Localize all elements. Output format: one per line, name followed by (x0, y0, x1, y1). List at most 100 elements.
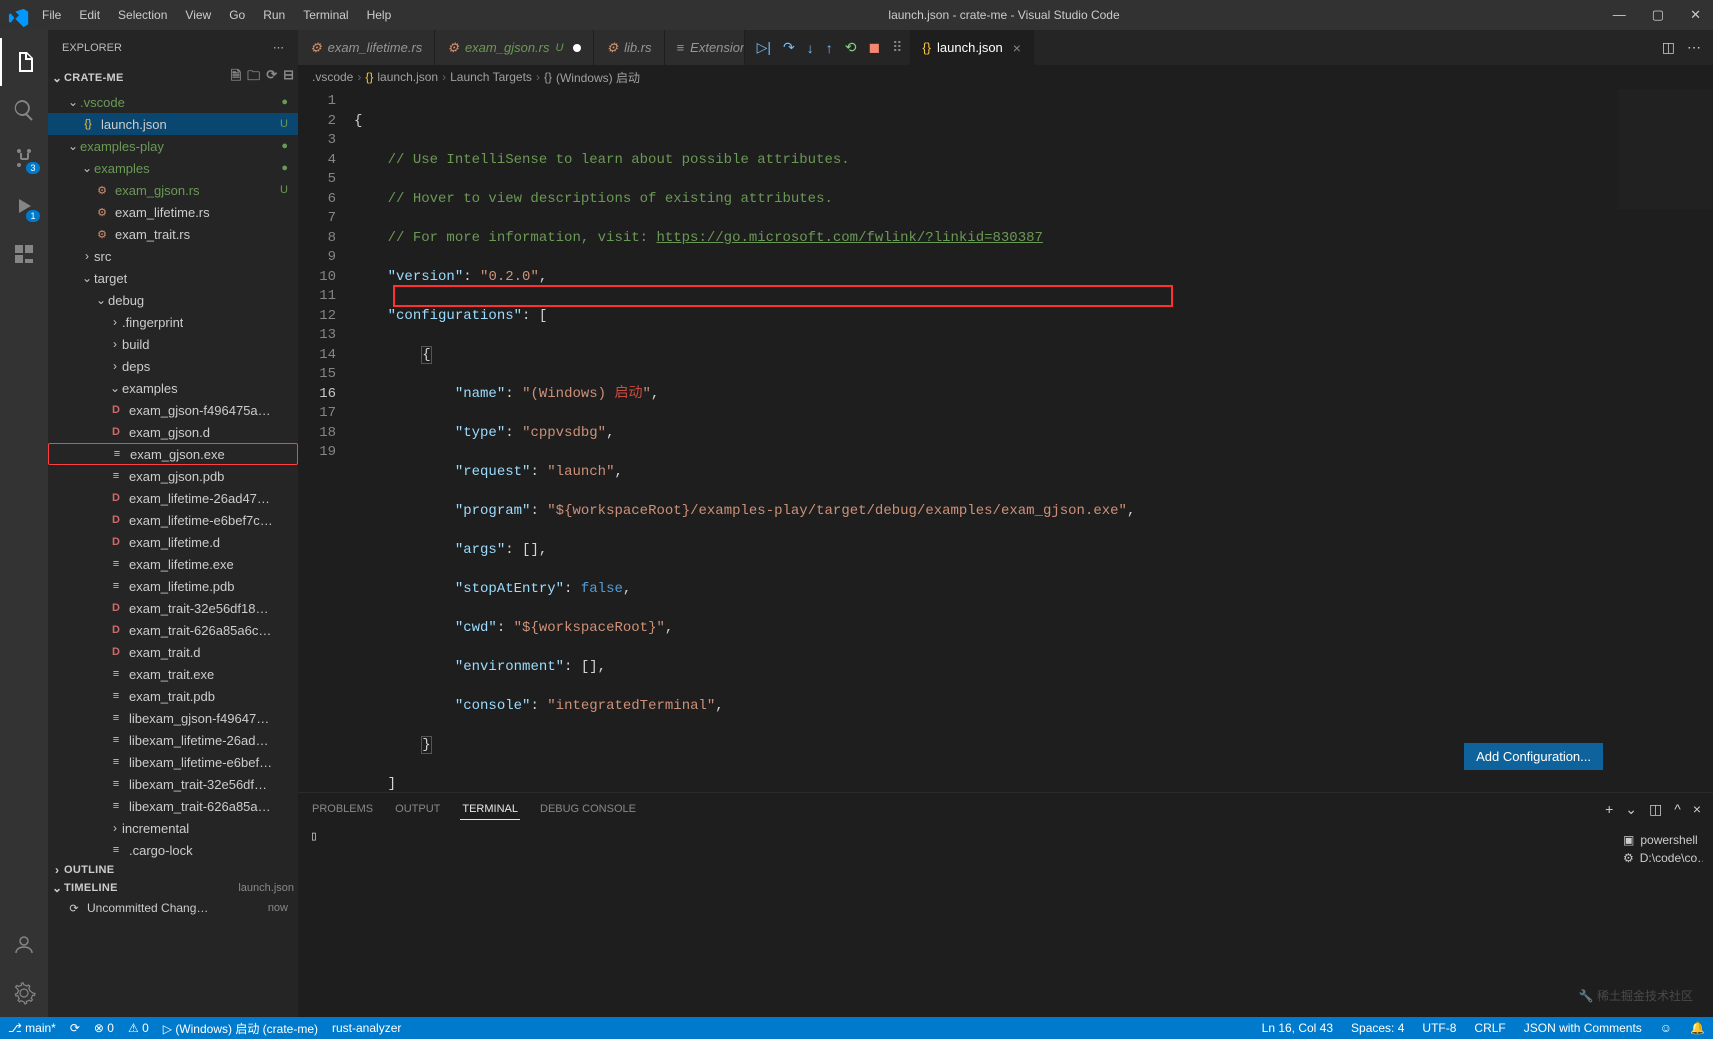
timeline-header[interactable]: ⌄TIMELINE launch.json (48, 879, 298, 897)
window-close[interactable]: ✕ (1686, 5, 1705, 25)
breadcrumb-3[interactable]: Launch Targets (450, 70, 532, 84)
menu-go[interactable]: Go (221, 4, 253, 26)
file-exam-lifetime-d[interactable]: Dexam_lifetime.d (48, 531, 298, 553)
file-exam-lifetime-pdb[interactable]: ≡exam_lifetime.pdb (48, 575, 298, 597)
breadcrumb[interactable]: .vscode› {}launch.json› Launch Targets› … (298, 65, 1713, 89)
terminal-content[interactable]: ▯ (298, 825, 1613, 1017)
activity-explorer[interactable] (0, 38, 48, 86)
file-exam-trait-rs[interactable]: ⚙exam_trait.rs (48, 223, 298, 245)
status-encoding[interactable]: UTF-8 (1422, 1021, 1456, 1035)
debug-grip-icon[interactable]: ⠿ (892, 39, 902, 56)
file-exam-gjson-hash[interactable]: Dexam_gjson-f496475a… (48, 399, 298, 421)
file-libexam-trait2[interactable]: ≡libexam_trait-626a85a… (48, 795, 298, 817)
tab-output[interactable]: OUTPUT (393, 799, 442, 819)
file-exam-gjson-exe[interactable]: ≡exam_gjson.exe (48, 443, 298, 465)
folder-vscode[interactable]: ⌄.vscode● (48, 91, 298, 113)
status-rust-analyzer[interactable]: rust-analyzer (332, 1021, 401, 1035)
menu-edit[interactable]: Edit (71, 4, 108, 26)
add-configuration-button[interactable]: Add Configuration... (1464, 743, 1603, 770)
window-minimize[interactable]: — (1609, 5, 1630, 25)
file-launch-json[interactable]: {}launch.jsonU (48, 113, 298, 135)
debug-step-into-icon[interactable]: ↓ (807, 40, 814, 56)
status-launch-config[interactable]: ▷ (Windows) 启动 (crate-me) (163, 1020, 318, 1037)
folder-deps[interactable]: ›deps (48, 355, 298, 377)
file-exam-lifetime-hash2[interactable]: Dexam_lifetime-e6bef7c… (48, 509, 298, 531)
folder-examples-play[interactable]: ⌄examples-play● (48, 135, 298, 157)
tab-exam-gjson[interactable]: ⚙exam_gjson.rs U (435, 30, 594, 65)
activity-account[interactable] (0, 921, 48, 969)
tab-extension[interactable]: ≡Extension: (665, 30, 745, 65)
debug-step-out-icon[interactable]: ↑ (826, 40, 833, 56)
folder-build[interactable]: ›build (48, 333, 298, 355)
collapse-icon[interactable]: ⊟ (283, 67, 294, 89)
tab-launch-json[interactable]: {}launch.json× (910, 30, 1034, 65)
menu-selection[interactable]: Selection (110, 4, 175, 26)
folder-target[interactable]: ⌄target (48, 267, 298, 289)
outline-header[interactable]: ›OUTLINE (48, 861, 298, 879)
file-exam-trait-hash2[interactable]: Dexam_trait-626a85a6c… (48, 619, 298, 641)
folder-debug[interactable]: ⌄debug (48, 289, 298, 311)
file-exam-lifetime-rs[interactable]: ⚙exam_lifetime.rs (48, 201, 298, 223)
file-cargo-lock[interactable]: ≡.cargo-lock (48, 839, 298, 861)
terminal-item-task[interactable]: ⚙D:\code\co… (1623, 849, 1703, 867)
file-libexam-lifetime1[interactable]: ≡libexam_lifetime-26ad… (48, 729, 298, 751)
folder-examples-target[interactable]: ⌄examples (48, 377, 298, 399)
menu-run[interactable]: Run (255, 4, 293, 26)
close-icon[interactable]: × (1013, 40, 1021, 56)
folder-src[interactable]: ›src (48, 245, 298, 267)
activity-extensions[interactable] (0, 230, 48, 278)
status-bell-icon[interactable]: 🔔 (1690, 1021, 1705, 1035)
file-exam-trait-pdb[interactable]: ≡exam_trait.pdb (48, 685, 298, 707)
menu-file[interactable]: File (34, 4, 69, 26)
editor-more-icon[interactable]: ⋯ (1687, 39, 1701, 56)
file-exam-trait-exe[interactable]: ≡exam_trait.exe (48, 663, 298, 685)
file-exam-trait-d[interactable]: Dexam_trait.d (48, 641, 298, 663)
tab-debug-console[interactable]: DEBUG CONSOLE (538, 799, 638, 819)
debug-restart-icon[interactable]: ⟲ (845, 39, 857, 56)
activity-debug[interactable]: 1 (0, 182, 48, 230)
terminal-maximize-icon[interactable]: ^ (1674, 801, 1681, 818)
status-branch[interactable]: ⎇ main* (8, 1021, 56, 1035)
file-exam-lifetime-exe[interactable]: ≡exam_lifetime.exe (48, 553, 298, 575)
activity-search[interactable] (0, 86, 48, 134)
status-eol[interactable]: CRLF (1474, 1021, 1505, 1035)
code-content[interactable]: { // Use IntelliSense to learn about pos… (354, 89, 1713, 792)
code-editor[interactable]: 1 2 3 4 5 6 7 8 9 10 11 12 13 14 15 16 1… (298, 89, 1713, 792)
menu-view[interactable]: View (177, 4, 219, 26)
refresh-icon[interactable]: ⟳ (266, 67, 277, 89)
terminal-item-powershell[interactable]: ▣powershell (1623, 831, 1703, 849)
breadcrumb-4[interactable]: (Windows) 启动 (556, 69, 640, 86)
terminal-new-icon[interactable]: + (1605, 801, 1613, 818)
terminal-close-icon[interactable]: × (1693, 801, 1701, 818)
folder-incremental[interactable]: ›incremental (48, 817, 298, 839)
menu-help[interactable]: Help (359, 4, 400, 26)
file-exam-gjson-rs[interactable]: ⚙exam_gjson.rsU (48, 179, 298, 201)
menu-terminal[interactable]: Terminal (295, 4, 356, 26)
folder-examples[interactable]: ⌄examples● (48, 157, 298, 179)
status-feedback-icon[interactable]: ☺ (1660, 1021, 1672, 1035)
new-file-icon[interactable]: 🗎 (231, 67, 241, 89)
split-editor-icon[interactable]: ◫ (1662, 39, 1675, 56)
file-libexam-gjson[interactable]: ≡libexam_gjson-f49647… (48, 707, 298, 729)
window-maximize[interactable]: ▢ (1648, 5, 1668, 25)
project-header[interactable]: ⌄ CRATE-ME 🗎 🗀 ⟳ ⊟ (48, 65, 298, 91)
new-folder-icon[interactable]: 🗀 (247, 67, 260, 89)
status-spaces[interactable]: Spaces: 4 (1351, 1021, 1404, 1035)
debug-step-over-icon[interactable]: ↷ (783, 39, 795, 56)
breadcrumb-2[interactable]: launch.json (377, 70, 438, 84)
timeline-item[interactable]: ⟳Uncommitted Chang… now (48, 897, 298, 919)
breadcrumb-1[interactable]: .vscode (312, 70, 353, 84)
status-language[interactable]: JSON with Comments (1524, 1021, 1642, 1035)
terminal-split-icon[interactable]: ◫ (1649, 801, 1662, 818)
file-exam-trait-hash1[interactable]: Dexam_trait-32e56df18… (48, 597, 298, 619)
tab-exam-lifetime[interactable]: ⚙exam_lifetime.rs (298, 30, 435, 65)
file-libexam-lifetime2[interactable]: ≡libexam_lifetime-e6bef… (48, 751, 298, 773)
explorer-more-icon[interactable]: ⋯ (273, 41, 284, 54)
tab-lib[interactable]: ⚙lib.rs (594, 30, 664, 65)
file-exam-gjson-pdb[interactable]: ≡exam_gjson.pdb (48, 465, 298, 487)
debug-continue-icon[interactable]: ▷| (757, 39, 771, 56)
activity-settings[interactable] (0, 969, 48, 1017)
terminal-dropdown-icon[interactable]: ⌄ (1625, 801, 1637, 818)
activity-scm[interactable]: 3 (0, 134, 48, 182)
status-errors[interactable]: ⊗ 0 (94, 1021, 114, 1035)
